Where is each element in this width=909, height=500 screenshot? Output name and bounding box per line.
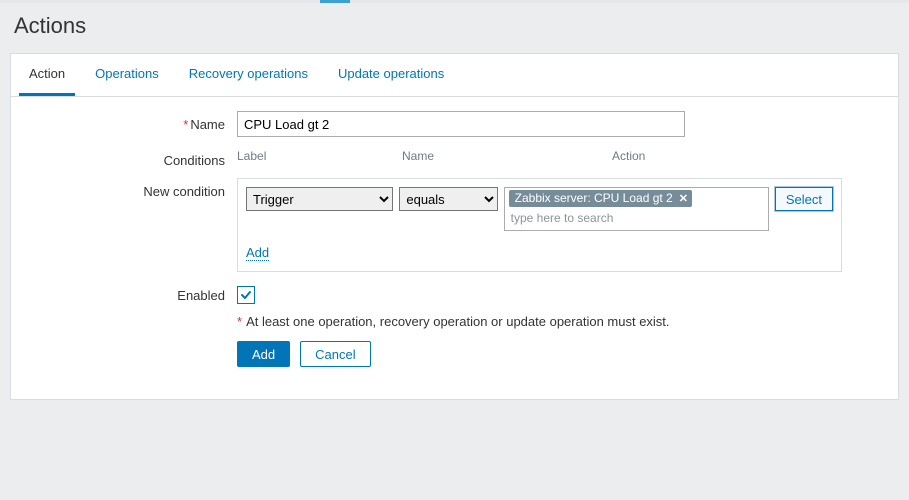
condition-operator-select[interactable]: equals [399,187,497,211]
conditions-col-label: Label [237,147,402,165]
tab-action[interactable]: Action [19,54,75,96]
condition-type-select[interactable]: Trigger [246,187,393,211]
condition-tag: Zabbix server: CPU Load gt 2 ✕ [509,190,692,207]
enabled-checkbox[interactable] [237,286,255,304]
enabled-label: Enabled [27,282,237,303]
tab-recovery-operations[interactable]: Recovery operations [179,54,318,96]
cancel-button[interactable]: Cancel [300,341,370,367]
close-icon[interactable]: ✕ [679,192,688,205]
name-input[interactable] [237,111,685,137]
add-button[interactable]: Add [237,341,290,367]
required-hint: *At least one operation, recovery operat… [237,314,670,329]
tab-update-operations[interactable]: Update operations [328,54,454,96]
tab-operations[interactable]: Operations [85,54,169,96]
check-icon [240,289,252,301]
conditions-table: Label Name Action [237,147,777,165]
select-button[interactable]: Select [775,187,833,211]
conditions-label: Conditions [27,147,237,168]
conditions-col-action: Action [612,147,732,165]
multiselect-placeholder: type here to search [509,209,764,225]
page-title: Actions [0,3,909,53]
condition-value-multiselect[interactable]: Zabbix server: CPU Load gt 2 ✕ type here… [504,187,769,231]
action-panel: Action Operations Recovery operations Up… [10,53,899,400]
add-condition-link[interactable]: Add [246,245,269,261]
new-condition-box: Trigger equals Zabbix server: CPU Load g… [237,178,842,272]
tabs: Action Operations Recovery operations Up… [11,54,898,97]
conditions-col-name: Name [402,147,612,165]
name-label: *Name [27,111,237,132]
new-condition-label: New condition [27,178,237,199]
